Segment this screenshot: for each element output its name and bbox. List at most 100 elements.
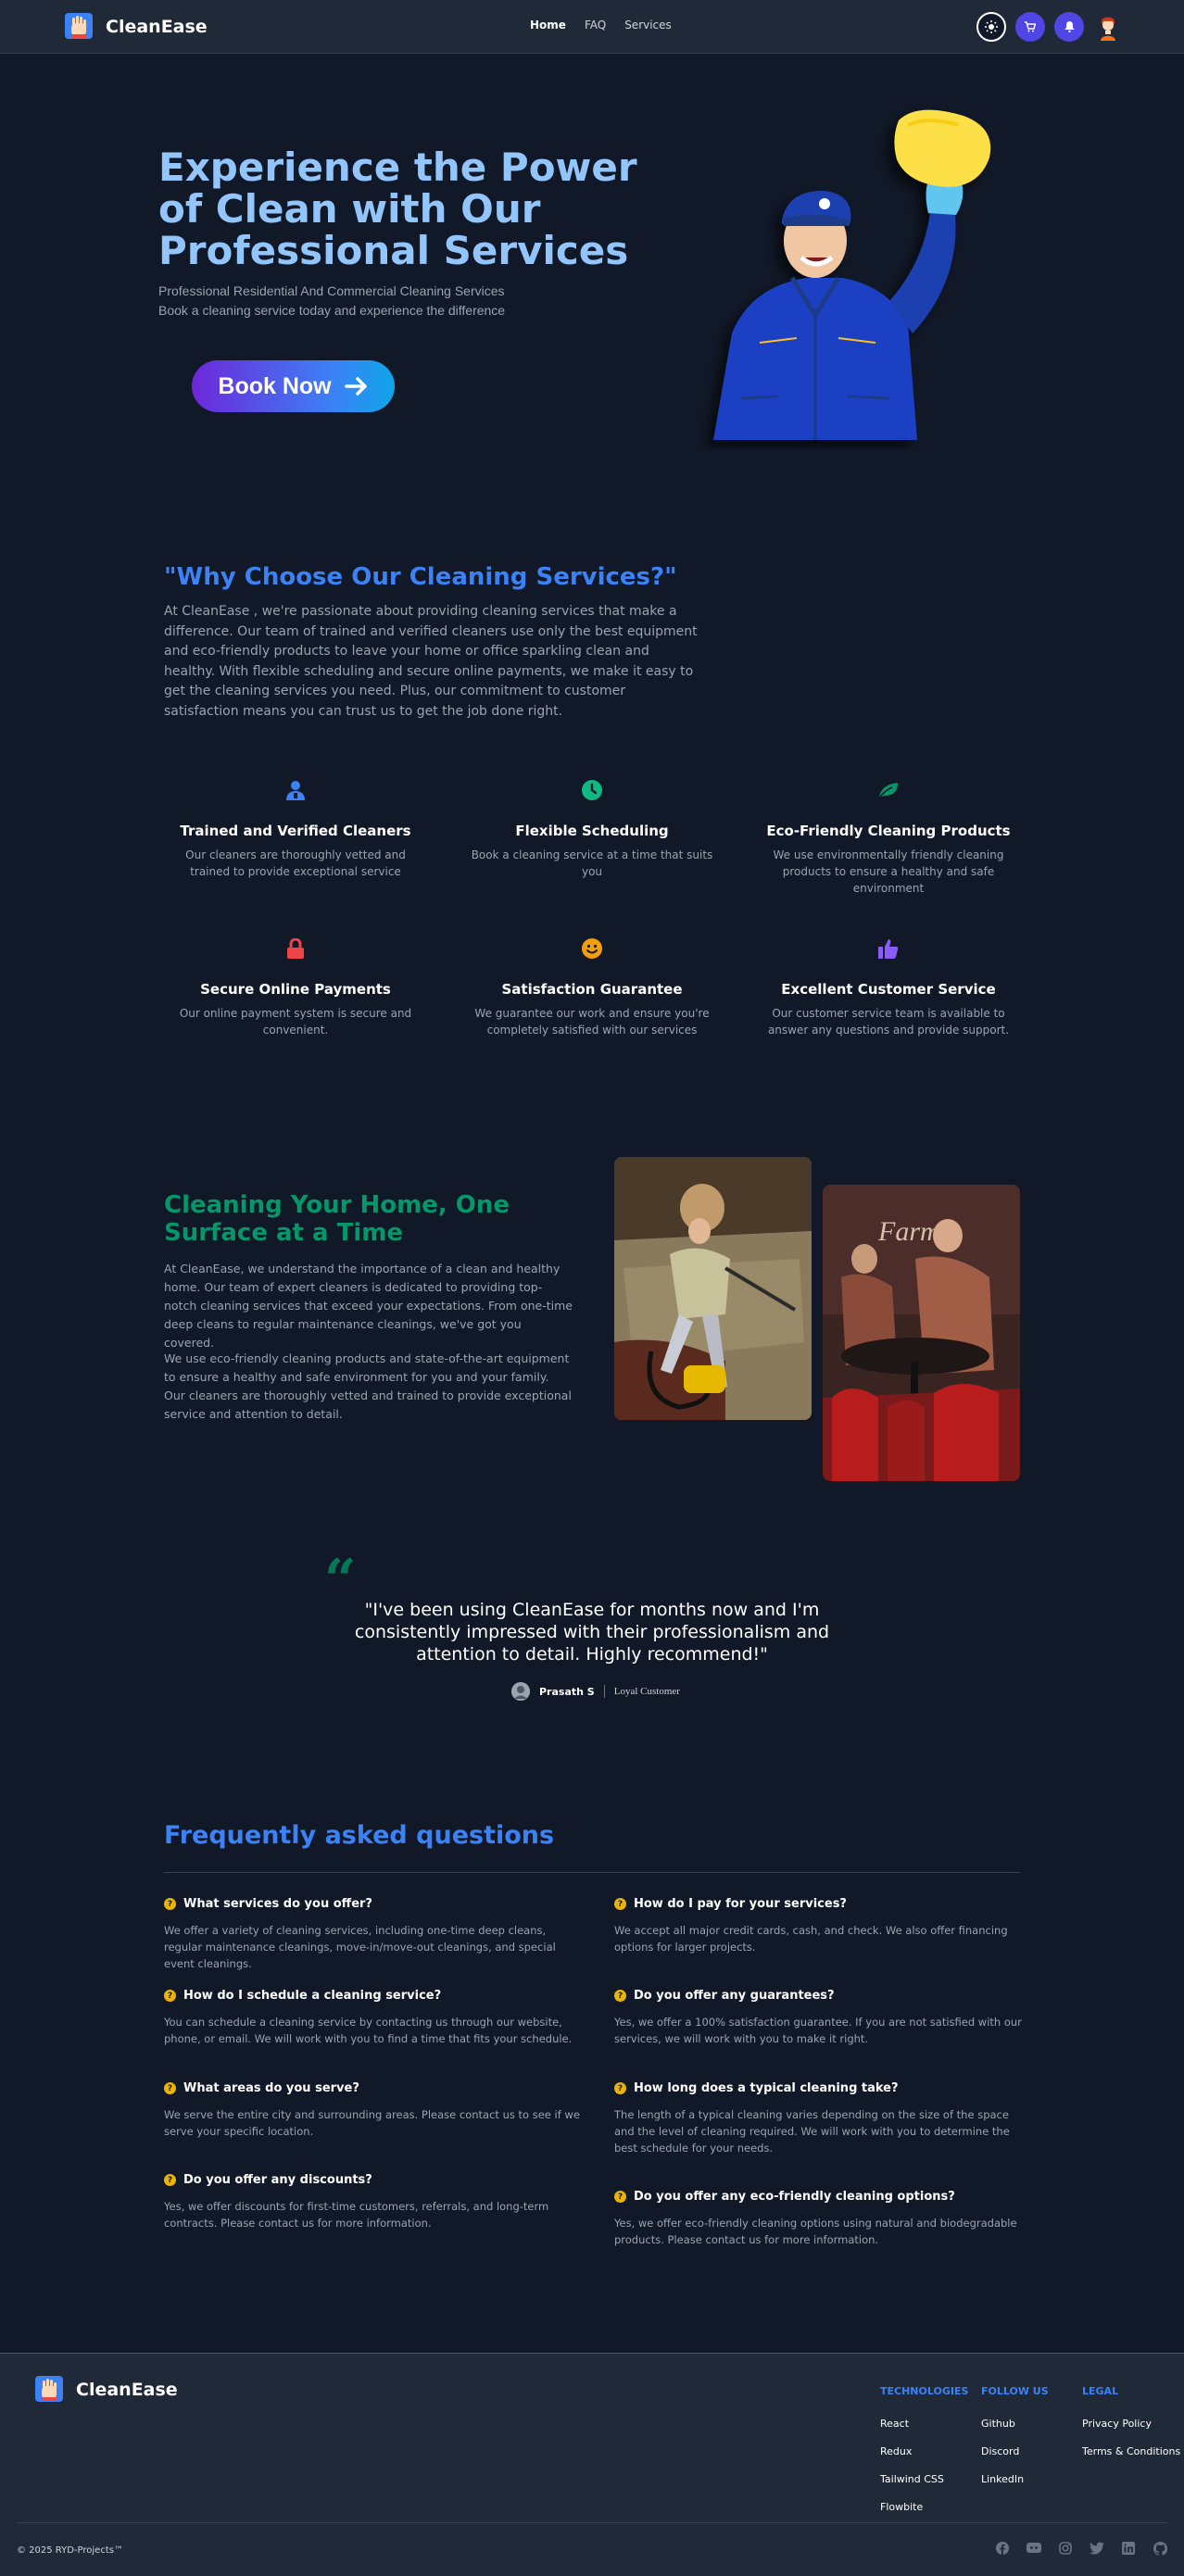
feature-title: Excellent Customer Service — [781, 981, 996, 998]
feature-description: Our customer service team is available t… — [767, 1007, 1010, 1037]
nav-link-faq[interactable]: FAQ — [585, 19, 606, 31]
feature-title: Flexible Scheduling — [515, 823, 669, 839]
footer-column-heading: TECHNOLOGIES — [880, 2385, 969, 2397]
top-navbar: CleanEase Home FAQ Services — [0, 0, 1184, 54]
faq-item: ? Do you offer any guarantees? Yes, we of… — [614, 1989, 1031, 2047]
testimonial-quote: "I've been using CleanEase for months no… — [354, 1600, 830, 1665]
footer-column-technologies: TECHNOLOGIES React Redux Tailwind CSS Fl… — [880, 2385, 968, 2529]
footer-link-react[interactable]: React — [880, 2418, 968, 2430]
footer-brand-name: CleanEase — [76, 2380, 178, 2400]
footer-link-terms[interactable]: Terms & Conditions — [1082, 2445, 1180, 2457]
faq-answer: We accept all major credit cards, cash, … — [614, 1924, 1008, 1954]
feature-title: Eco-Friendly Cleaning Products — [766, 823, 1011, 839]
social-links — [995, 2541, 1167, 2556]
feature-customer-service: Excellent Customer Service Our customer … — [749, 935, 1027, 1038]
faq-title: Frequently asked questions — [164, 1821, 555, 1850]
brand-logo[interactable]: CleanEase — [61, 11, 208, 43]
question-icon: ? — [614, 1990, 626, 2002]
home-section-title: Cleaning Your Home, One Surface at a Tim… — [164, 1191, 510, 1247]
faq-answer: We offer a variety of cleaning services,… — [164, 1924, 556, 1970]
github-icon[interactable] — [1153, 2541, 1167, 2556]
clock-icon — [453, 776, 731, 804]
feature-title: Satisfaction Guarantee — [501, 981, 683, 998]
faq-question: How long does a typical cleaning take? — [634, 2081, 899, 2095]
feature-description: Our cleaners are thoroughly vetted and t… — [185, 848, 406, 878]
brand-name: CleanEase — [106, 17, 208, 37]
footer-link-tailwind[interactable]: Tailwind CSS — [880, 2473, 968, 2485]
hero-title: Experience the Power of Clean with Our P… — [158, 145, 637, 273]
testimonial-author: Prasath S Loyal Customer — [511, 1682, 680, 1701]
notification-bell-icon[interactable] — [1054, 12, 1084, 42]
book-now-label: Book Now — [218, 372, 332, 399]
footer-link-privacy-policy[interactable]: Privacy Policy — [1082, 2418, 1180, 2430]
facebook-icon[interactable] — [995, 2541, 1010, 2556]
footer-brand-logo[interactable]: CleanEase — [31, 2374, 178, 2406]
leaf-icon — [749, 776, 1027, 804]
lock-icon — [157, 935, 435, 962]
hero-subtitle: Professional Residential And Commercial … — [158, 282, 505, 320]
faq-item: ? What areas do you serve? We serve the e… — [164, 2081, 581, 2140]
author-avatar — [511, 1682, 530, 1701]
instagram-icon[interactable] — [1058, 2541, 1073, 2556]
copyright-text: © 2025 RYD-Projects™ — [17, 2545, 123, 2556]
table-cleaning-photo: Farm ble — [823, 1185, 1020, 1481]
faq-answer: Yes, we offer discounts for first-time c… — [164, 2200, 549, 2230]
nav-link-services[interactable]: Services — [624, 19, 672, 31]
smile-icon — [453, 935, 731, 962]
hero-subtitle-line-2: Book a cleaning service today and experi… — [158, 303, 506, 318]
nav-actions — [976, 12, 1123, 42]
feature-flexible-scheduling: Flexible Scheduling Book a cleaning serv… — [453, 776, 731, 880]
faq-question: How do I schedule a cleaning service? — [183, 1989, 442, 2003]
user-avatar[interactable] — [1093, 12, 1123, 42]
faq-answer: We serve the entire city and surrounding… — [164, 2108, 580, 2138]
footer-divider — [17, 2522, 1167, 2523]
footer-link-redux[interactable]: Redux — [880, 2445, 968, 2457]
feature-satisfaction-guarantee: Satisfaction Guarantee We guarantee our … — [453, 935, 731, 1038]
vacuum-cleaning-photo — [614, 1157, 812, 1420]
footer: CleanEase TECHNOLOGIES React Redux Tailw… — [0, 2353, 1184, 2576]
twitter-icon[interactable] — [1090, 2541, 1104, 2556]
footer-link-flowbite[interactable]: Flowbite — [880, 2501, 968, 2513]
home-section-paragraph-2: We use eco-friendly cleaning products an… — [164, 1351, 572, 1421]
faq-answer: The length of a typical cleaning varies … — [614, 2108, 1010, 2155]
faq-divider — [164, 1872, 1020, 1873]
feature-description: We use environmentally friendly cleaning… — [773, 848, 1004, 895]
feature-trained-cleaners: Trained and Verified Cleaners Our cleane… — [157, 776, 435, 880]
feature-title: Trained and Verified Cleaners — [180, 823, 411, 839]
cleaner-illustration — [686, 102, 1028, 449]
faq-question: What areas do you serve? — [183, 2081, 359, 2095]
footer-link-linkedin[interactable]: LinkedIn — [981, 2473, 1049, 2485]
footer-column-heading: LEGAL — [1082, 2385, 1119, 2397]
cleaning-hand-logo-icon — [61, 11, 96, 43]
feature-description: Our online payment system is secure and … — [179, 1007, 412, 1037]
faq-question: Do you offer any guarantees? — [634, 1989, 835, 2003]
footer-link-github[interactable]: Github — [981, 2418, 1049, 2430]
faq-answer: Yes, we offer a 100% satisfaction guaran… — [614, 2016, 1022, 2045]
cleaning-hand-logo-icon — [31, 2374, 67, 2406]
why-choose-description: At CleanEase , we're passionate about pr… — [164, 604, 698, 719]
book-now-button[interactable]: Book Now — [192, 360, 395, 412]
author-divider — [603, 1685, 605, 1698]
why-choose-title: "Why Choose Our Cleaning Services?" — [164, 563, 677, 591]
feature-description: Book a cleaning service at a time that s… — [471, 848, 713, 878]
author-name: Prasath S — [539, 1685, 595, 1698]
faq-question: What services do you offer? — [183, 1897, 372, 1911]
linkedin-icon[interactable] — [1121, 2541, 1136, 2556]
faq-item: ? How do I pay for your services? We acce… — [614, 1897, 1031, 1955]
question-icon: ? — [614, 2082, 626, 2094]
footer-link-discord[interactable]: Discord — [981, 2445, 1049, 2457]
feature-secure-payments: Secure Online Payments Our online paymen… — [157, 935, 435, 1038]
cart-icon[interactable] — [1015, 12, 1045, 42]
discord-icon[interactable] — [1027, 2541, 1041, 2556]
feature-eco-friendly: Eco-Friendly Cleaning Products We use en… — [749, 776, 1027, 897]
question-icon: ? — [164, 2174, 176, 2186]
faq-question: How do I pay for your services? — [634, 1897, 847, 1911]
faq-item: ? Do you offer any discounts? Yes, we off… — [164, 2173, 581, 2231]
faq-answer: You can schedule a cleaning service by c… — [164, 2016, 573, 2045]
question-icon: ? — [614, 2191, 626, 2203]
theme-toggle-icon[interactable] — [976, 12, 1006, 42]
nav-link-home[interactable]: Home — [530, 19, 566, 31]
faq-item: ? How long does a typical cleaning take? … — [614, 2081, 1031, 2156]
user-badge-icon — [157, 776, 435, 804]
feature-title: Secure Online Payments — [200, 981, 391, 998]
